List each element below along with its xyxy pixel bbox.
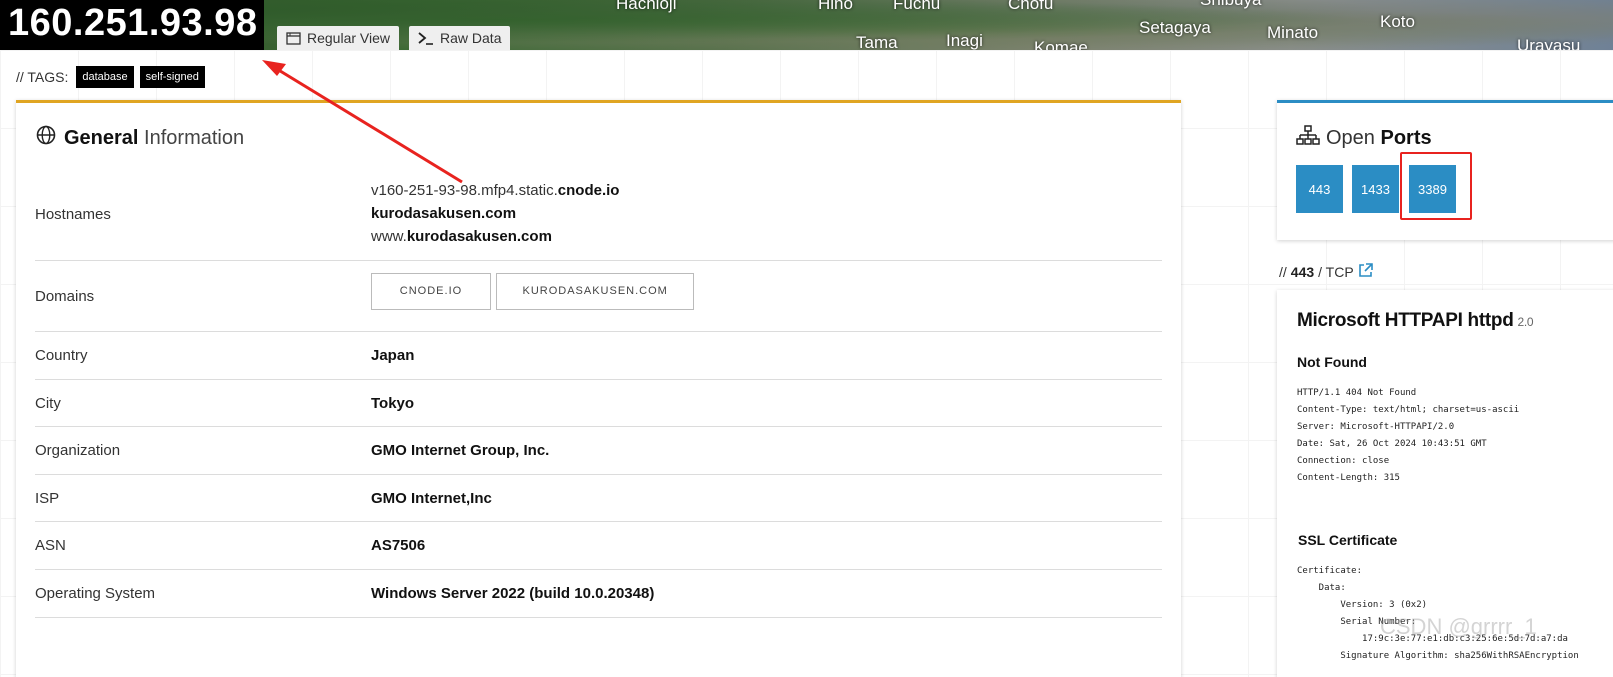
terminal-icon: [418, 31, 434, 45]
port-button-443[interactable]: 443: [1296, 165, 1343, 213]
hostnames-list: v160-251-93-98.mfp4.static.cnode.io kuro…: [371, 179, 619, 248]
info-key: Country: [35, 347, 88, 364]
info-row-city: City Tokyo: [35, 380, 1162, 427]
open-ports-title: Open Ports: [1296, 125, 1432, 151]
info-key: Domains: [35, 288, 95, 305]
network-icon: [1296, 125, 1320, 151]
map-label: Shibuya: [1200, 0, 1261, 10]
ports-title-bold: Ports: [1380, 126, 1432, 149]
map-label: Setagaya: [1139, 18, 1211, 37]
ssl-certificate-title: SSL Certificate: [1298, 532, 1398, 548]
info-row-domains: Domains CNODE.IO KURODASAKUSEN.COM: [35, 261, 1162, 332]
tab-regular-view[interactable]: Regular View: [277, 26, 400, 50]
info-row-hostnames: Hostnames v160-251-93-98.mfp4.static.cno…: [35, 179, 1162, 261]
port-heading: // 443 / TCP: [1279, 263, 1373, 281]
port-number: 443: [1290, 264, 1315, 280]
ports-title-light: Open: [1326, 126, 1375, 149]
service-version: 2.0: [1517, 315, 1534, 329]
general-title-bold: General: [64, 126, 139, 149]
info-key: ASN: [35, 537, 66, 554]
tab-raw-data[interactable]: Raw Data: [409, 26, 511, 50]
tags-bar: // TAGS: database self-signed: [16, 66, 205, 88]
service-status: Not Found: [1297, 354, 1367, 370]
info-value: AS7506: [371, 537, 426, 554]
port-protocol: / TCP: [1318, 264, 1354, 280]
port-prefix: //: [1279, 264, 1287, 280]
domain-button-cnode[interactable]: CNODE.IO: [371, 273, 491, 310]
highlight-box: [1400, 152, 1472, 220]
http-response: HTTP/1.1 404 Not Found Content-Type: tex…: [1297, 388, 1520, 483]
globe-icon: [36, 125, 56, 151]
info-value: GMO Internet,Inc: [371, 490, 492, 507]
hostname-item: www.kurodasakusen.com: [371, 228, 552, 245]
tag-self-signed[interactable]: self-signed: [139, 66, 205, 88]
general-info-title: General Information: [36, 125, 244, 151]
service-name: Microsoft HTTPAPI httpd 2.0: [1297, 310, 1534, 331]
domain-button-kurodasakusen[interactable]: KURODASAKUSEN.COM: [496, 273, 695, 310]
info-key: City: [35, 395, 61, 412]
map-label: Minato: [1267, 23, 1319, 42]
general-information-card: General Information Hostnames v160-251-9…: [16, 100, 1181, 677]
info-value: GMO Internet Group, Inc.: [371, 442, 550, 459]
info-value: Tokyo: [371, 395, 415, 412]
info-row-asn: ASN AS7506: [35, 522, 1162, 570]
map-label: Tama: [856, 33, 898, 50]
window-icon: [286, 31, 301, 45]
info-key: Organization: [35, 442, 121, 459]
map-label: Chofu: [1008, 0, 1054, 13]
external-link-icon[interactable]: [1358, 263, 1373, 281]
ip-header: 160.251.93.98: [0, 0, 264, 50]
map-label: Hachioji: [616, 0, 677, 13]
info-key: ISP: [35, 490, 60, 507]
domains-list: CNODE.IO KURODASAKUSEN.COM: [371, 273, 695, 310]
info-key: Hostnames: [35, 206, 111, 223]
view-tabs: Regular View Raw Data: [277, 26, 511, 50]
map-label: Fuchu: [893, 0, 941, 13]
map-label: Hino: [818, 0, 853, 13]
info-row-country: Country Japan: [35, 332, 1162, 380]
map-label: Komae: [1034, 38, 1088, 50]
info-row-operating-system: Operating System Windows Server 2022 (bu…: [35, 570, 1162, 618]
port-button-1433[interactable]: 1433: [1352, 165, 1399, 213]
info-value: Windows Server 2022 (build 10.0.20348): [371, 585, 655, 602]
tab-label: Raw Data: [440, 30, 502, 46]
tag-database[interactable]: database: [76, 66, 134, 88]
tab-label: Regular View: [307, 30, 391, 46]
map-label: Inagi: [946, 31, 983, 50]
info-key: Operating System: [35, 585, 156, 602]
watermark: CSDN @grrrr_1: [1380, 614, 1537, 639]
info-row-organization: Organization GMO Internet Group, Inc.: [35, 427, 1162, 475]
hostname-item: v160-251-93-98.mfp4.static.cnode.io: [371, 182, 620, 199]
general-title-light: Information: [144, 126, 245, 149]
map-label: Koto: [1380, 12, 1415, 31]
info-row-isp: ISP GMO Internet,Inc: [35, 475, 1162, 522]
tags-label: // TAGS:: [16, 69, 69, 85]
ip-address-title: 160.251.93.98: [8, 2, 258, 44]
info-value: Japan: [371, 347, 415, 364]
map-label: Urayasu: [1517, 36, 1581, 50]
hostname-item: kurodasakusen.com: [371, 205, 517, 222]
